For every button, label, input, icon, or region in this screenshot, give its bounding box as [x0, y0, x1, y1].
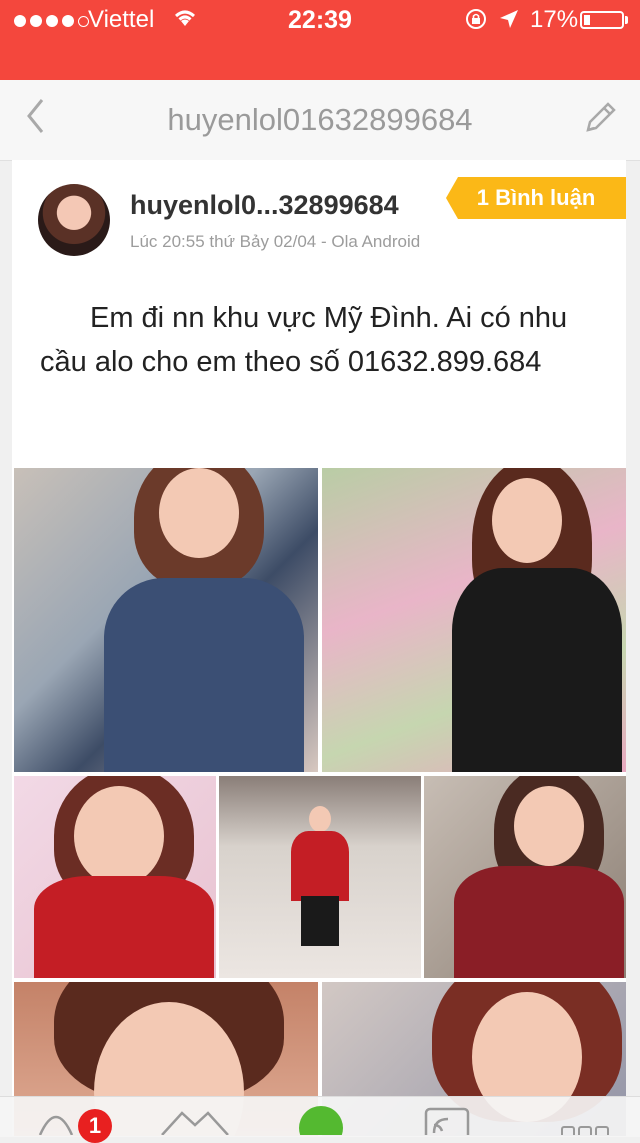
tab-bar: 1	[0, 1096, 640, 1143]
comment-count-badge[interactable]: 1 Bình luận	[446, 177, 626, 219]
post-photo[interactable]	[219, 776, 421, 978]
more-tab-icon[interactable]	[560, 1105, 610, 1140]
post-text: Em đi nn khu vực Mỹ Đình. Ai có nhu cầu …	[40, 302, 568, 378]
status-bar: Viettel 22:39 17%	[0, 0, 640, 80]
explore-tab-icon[interactable]	[160, 1105, 230, 1140]
rotation-lock-icon	[464, 7, 488, 36]
home-tab-icon[interactable]	[36, 1105, 76, 1140]
feed-tab-icon[interactable]	[424, 1105, 470, 1141]
post-photo[interactable]	[14, 468, 318, 772]
post-meta: Lúc 20:55 thứ Bảy 02/04 - Ola Android	[130, 232, 421, 251]
post-photo[interactable]	[424, 776, 626, 978]
post-card: huyenlol0...32899684 Lúc 20:55 thứ Bảy 0…	[12, 160, 626, 1136]
post-author[interactable]: huyenlol0...32899684	[130, 190, 399, 221]
chat-tab-icon[interactable]	[298, 1105, 344, 1143]
post-photo[interactable]	[14, 776, 216, 978]
location-arrow-icon	[498, 8, 520, 35]
post-photo[interactable]	[322, 468, 626, 772]
notification-badge: 1	[78, 1109, 112, 1143]
avatar[interactable]	[38, 184, 110, 256]
pencil-icon[interactable]	[580, 98, 620, 143]
battery-percent: 17%	[530, 6, 579, 33]
battery-icon	[580, 11, 624, 29]
page-title: huyenlol01632899684	[167, 102, 473, 137]
navigation-bar: huyenlol01632899684	[0, 80, 640, 161]
